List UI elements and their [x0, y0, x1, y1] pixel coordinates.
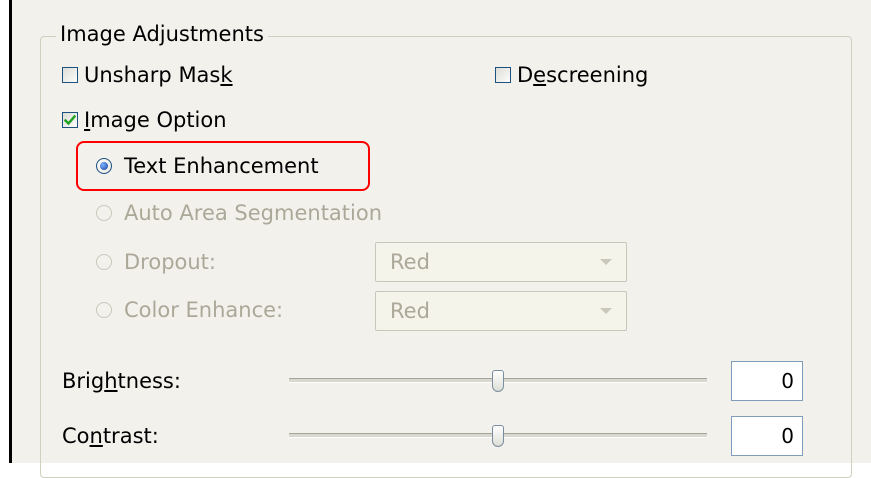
image-option-label: Image Option	[84, 108, 227, 132]
auto-area-segmentation-label: Auto Area Segmentation	[124, 201, 383, 225]
brightness-label: Brig h tness:	[62, 369, 181, 393]
group-title: Image Adjustments	[56, 21, 268, 47]
image-option-checkbox[interactable]: Image Option	[62, 107, 227, 133]
image-option-check-box[interactable]	[62, 112, 78, 128]
text-enhancement-radio[interactable]: Text Enhancement	[96, 153, 319, 179]
descreening-label: Descreening	[517, 63, 649, 87]
dropout-radio-button[interactable]	[96, 254, 112, 270]
chevron-down-icon[interactable]	[586, 259, 626, 265]
checkmark-icon	[64, 114, 76, 126]
color-enhance-radio[interactable]: Color Enhance:	[96, 297, 283, 323]
color-enhance-color-select[interactable]: Red	[375, 291, 627, 331]
unsharp-mask-label: Unsharp Mask	[84, 63, 233, 87]
brightness-value-field[interactable]: 0	[731, 361, 803, 401]
unsharp-mask-check-box[interactable]	[62, 67, 78, 83]
radio-selected-dot	[100, 162, 108, 170]
color-enhance-label: Color Enhance:	[124, 298, 284, 322]
dropout-color-value: Red	[390, 250, 430, 274]
dropout-label: Dropout:	[124, 250, 216, 274]
auto-area-segmentation-radio-button[interactable]	[96, 205, 112, 221]
contrast-value-field[interactable]: 0	[731, 416, 803, 456]
dropout-color-select[interactable]: Red	[375, 242, 627, 282]
window-left-edge	[0, 0, 12, 463]
color-enhance-color-value: Red	[390, 299, 430, 323]
text-enhancement-radio-button[interactable]	[96, 158, 112, 174]
brightness-slider-thumb[interactable]	[492, 370, 504, 392]
contrast-slider-thumb[interactable]	[492, 425, 504, 447]
descreening-check-box[interactable]	[495, 67, 511, 83]
unsharp-mask-checkbox[interactable]: Unsharp Mask	[62, 62, 233, 88]
chevron-down-icon[interactable]	[586, 308, 626, 314]
dropout-radio[interactable]: Dropout:	[96, 249, 216, 275]
color-enhance-radio-button[interactable]	[96, 302, 112, 318]
auto-area-segmentation-radio[interactable]: Auto Area Segmentation	[96, 200, 382, 226]
descreening-checkbox[interactable]: Descreening	[495, 62, 648, 88]
text-enhancement-label: Text Enhancement	[124, 154, 319, 178]
contrast-label: Co n trast:	[62, 424, 159, 448]
